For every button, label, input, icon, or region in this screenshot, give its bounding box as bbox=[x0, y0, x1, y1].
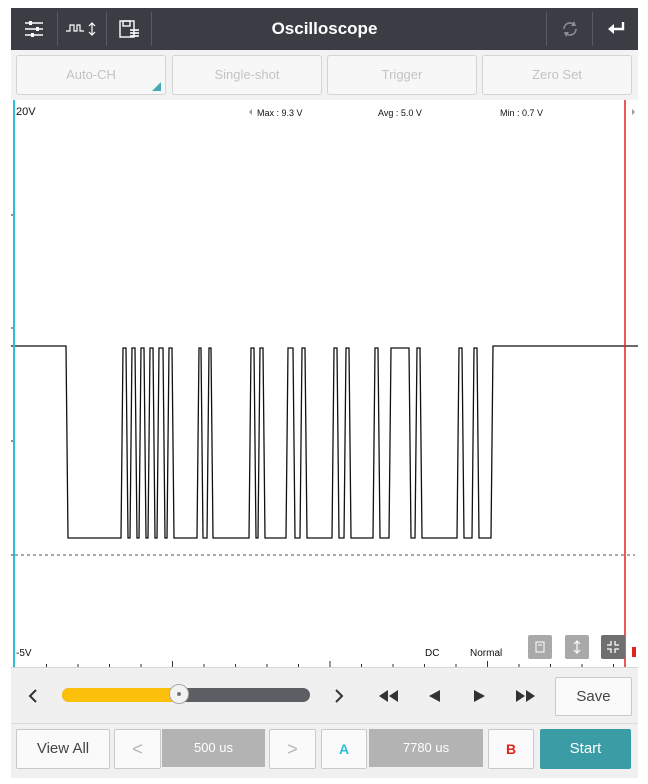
footer-bar: View All < 500 us > A 7780 us B Start bbox=[11, 723, 638, 778]
left-arrow-icon bbox=[249, 109, 252, 115]
step-back-icon[interactable] bbox=[420, 682, 448, 710]
control-row: Save bbox=[11, 667, 638, 723]
cursor-delta-value: 7780 us bbox=[402, 740, 450, 755]
right-arrow-icon bbox=[632, 109, 635, 115]
trigger-label: Trigger bbox=[381, 67, 423, 82]
signal-trace bbox=[11, 345, 638, 539]
single-shot-label: Single-shot bbox=[214, 67, 280, 82]
max-readout: Max : 9.3 V bbox=[257, 108, 303, 118]
single-shot-button[interactable]: Single-shot bbox=[172, 55, 322, 95]
min-readout: Min : 0.7 V bbox=[500, 108, 544, 118]
rewind-icon[interactable] bbox=[373, 682, 403, 710]
cursor-a-label: A bbox=[338, 741, 350, 757]
zero-set-label: Zero Set bbox=[532, 67, 582, 82]
trigger-button[interactable]: Trigger bbox=[327, 55, 477, 95]
start-button[interactable]: Start bbox=[540, 729, 631, 769]
screenshot-button[interactable] bbox=[528, 635, 552, 659]
save-button[interactable]: Save bbox=[555, 677, 632, 716]
save-file-icon[interactable] bbox=[107, 8, 151, 50]
zero-set-button[interactable]: Zero Set bbox=[482, 55, 632, 95]
view-all-button[interactable]: View All bbox=[16, 729, 110, 769]
settings-sliders-icon[interactable] bbox=[11, 8, 57, 50]
title-bar: Oscilloscope bbox=[11, 8, 638, 50]
toolbar-tabs: Auto-CH Single-shot Trigger Zero Set bbox=[11, 50, 638, 100]
step-forward-icon[interactable] bbox=[466, 682, 494, 710]
scale-button[interactable] bbox=[565, 635, 589, 659]
cursor-b-marker bbox=[632, 647, 636, 657]
cursor-b-button[interactable]: B bbox=[488, 729, 534, 769]
timebase-decrease-button[interactable]: < bbox=[114, 729, 161, 769]
slider-fill bbox=[62, 688, 180, 702]
vertical-arrows-icon bbox=[573, 640, 581, 654]
coupling-label: DC bbox=[425, 648, 440, 659]
shrink-button[interactable] bbox=[601, 635, 625, 659]
back-return-icon[interactable] bbox=[593, 8, 638, 50]
cursor-delta-display: 7780 us bbox=[369, 729, 483, 767]
shrink-icon bbox=[607, 641, 619, 653]
volt-top-label: 20V bbox=[16, 106, 36, 118]
waveform-trigger-icon[interactable] bbox=[58, 8, 106, 50]
volt-bottom-label: -5V bbox=[16, 648, 32, 659]
timebase-display: 500 us bbox=[162, 729, 265, 767]
fast-forward-icon[interactable] bbox=[511, 682, 541, 710]
avg-readout: Avg : 5.0 V bbox=[378, 108, 422, 118]
cursor-b-label: B bbox=[505, 741, 517, 757]
slider-left-icon[interactable] bbox=[23, 682, 43, 710]
timebase-increase-button[interactable]: > bbox=[269, 729, 316, 769]
zoom-slider[interactable] bbox=[62, 684, 310, 704]
auto-ch-button[interactable]: Auto-CH bbox=[16, 55, 166, 95]
next-symbol: > bbox=[287, 739, 298, 759]
prev-symbol: < bbox=[132, 739, 143, 759]
start-label: Start bbox=[569, 740, 602, 757]
auto-ch-label: Auto-CH bbox=[66, 67, 116, 82]
cursor-a-button[interactable]: A bbox=[321, 729, 367, 769]
timebase-value: 500 us bbox=[193, 740, 234, 755]
scope-display[interactable]: 20V Max : 9.3 V Avg : 5.0 V Min : 0.7 V … bbox=[11, 100, 638, 667]
view-all-label: View All bbox=[36, 740, 90, 757]
save-label: Save bbox=[576, 688, 611, 705]
slider-right-icon[interactable] bbox=[329, 682, 349, 710]
dropdown-corner-icon bbox=[152, 82, 161, 91]
screenshot-icon bbox=[535, 641, 545, 653]
refresh-icon[interactable] bbox=[547, 8, 592, 50]
trigger-mode-label: Normal bbox=[470, 648, 503, 659]
